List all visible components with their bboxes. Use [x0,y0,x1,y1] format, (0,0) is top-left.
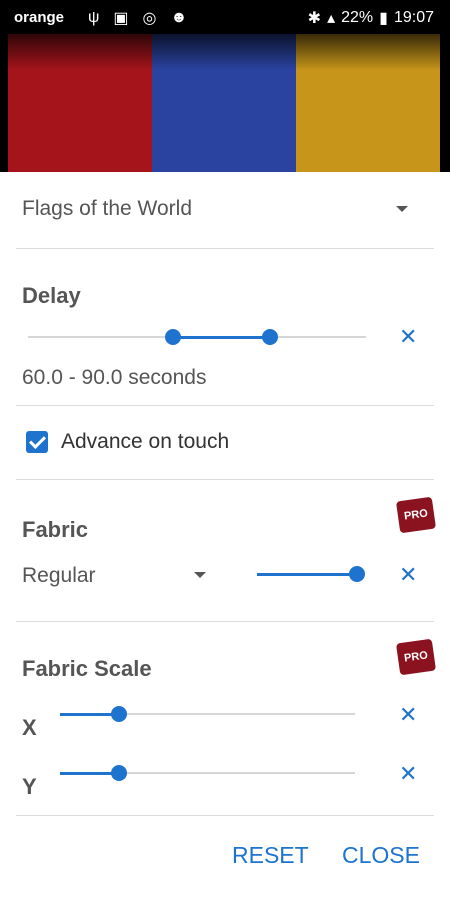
fabric-scale-x-thumb[interactable] [111,706,127,722]
fabric-scale-y-thumb[interactable] [111,765,127,781]
theme-selector[interactable]: Flags of the World [0,172,450,248]
pro-badge: PRO [395,496,437,534]
fabric-reset-icon[interactable]: ✕ [399,562,417,588]
fabric-scale-section: Fabric Scale PRO X ✕ Y ✕ [0,621,450,811]
fabric-scale-x-label: X [22,715,37,740]
status-icons-left: ψ ▣ ◎ ☻ [88,8,187,28]
advance-on-touch-label: Advance on touch [61,430,230,453]
advance-on-touch-checkbox[interactable] [26,431,48,453]
delay-section: Delay ✕ 60.0 - 90.0 seconds [0,248,450,403]
usb-icon: ψ [88,9,100,26]
bluetooth-icon: ✱ [307,10,322,27]
delay-slider-min-thumb[interactable] [165,329,181,345]
battery-percent: 22% [341,9,374,26]
advance-on-touch-row[interactable]: Advance on touch [0,405,450,479]
status-bar: orange ψ ▣ ◎ ☻ ✱ ▴ 22% ▮ 19:07 [0,0,450,34]
fabric-title: Fabric [22,517,89,542]
image-icon: ▣ [113,10,129,27]
fabric-section: Fabric PRO Regular ✕ [0,479,450,619]
delay-slider-range [173,336,270,339]
clock: 19:07 [393,9,434,26]
chevron-down-icon [396,206,408,212]
close-button[interactable]: CLOSE [342,842,420,869]
android-icon: ☻ [170,9,188,26]
fabric-scale-x-reset-icon[interactable]: ✕ [399,702,417,728]
fabric-type-dropdown[interactable]: Regular [22,564,96,588]
fabric-slider-thumb[interactable] [349,566,365,582]
notification-count-icon: ◎ [142,10,157,27]
delay-slider-max-thumb[interactable] [262,329,278,345]
divider [16,815,434,816]
fabric-slider-range [257,573,357,576]
delay-title: Delay [22,283,81,308]
reset-button[interactable]: RESET [232,842,309,869]
theme-selector-label: Flags of the World [22,197,193,220]
settings-panel: Flags of the World Delay ✕ 60.0 - 90.0 s… [0,172,450,900]
fabric-scale-title: Fabric Scale [22,656,152,681]
status-icons-right: ✱ ▴ 22% ▮ 19:07 [308,8,434,28]
battery-icon: ▮ [379,10,388,27]
fabric-scale-y-label: Y [22,774,37,799]
carrier-label: orange [14,9,65,26]
pro-badge: PRO [395,638,437,676]
chevron-down-icon[interactable] [194,572,206,578]
fabric-scale-y-reset-icon[interactable]: ✕ [399,761,417,787]
signal-icon: ▴ [327,10,336,27]
delay-reset-icon[interactable]: ✕ [399,324,417,350]
delay-range-text: 60.0 - 90.0 seconds [22,366,207,389]
